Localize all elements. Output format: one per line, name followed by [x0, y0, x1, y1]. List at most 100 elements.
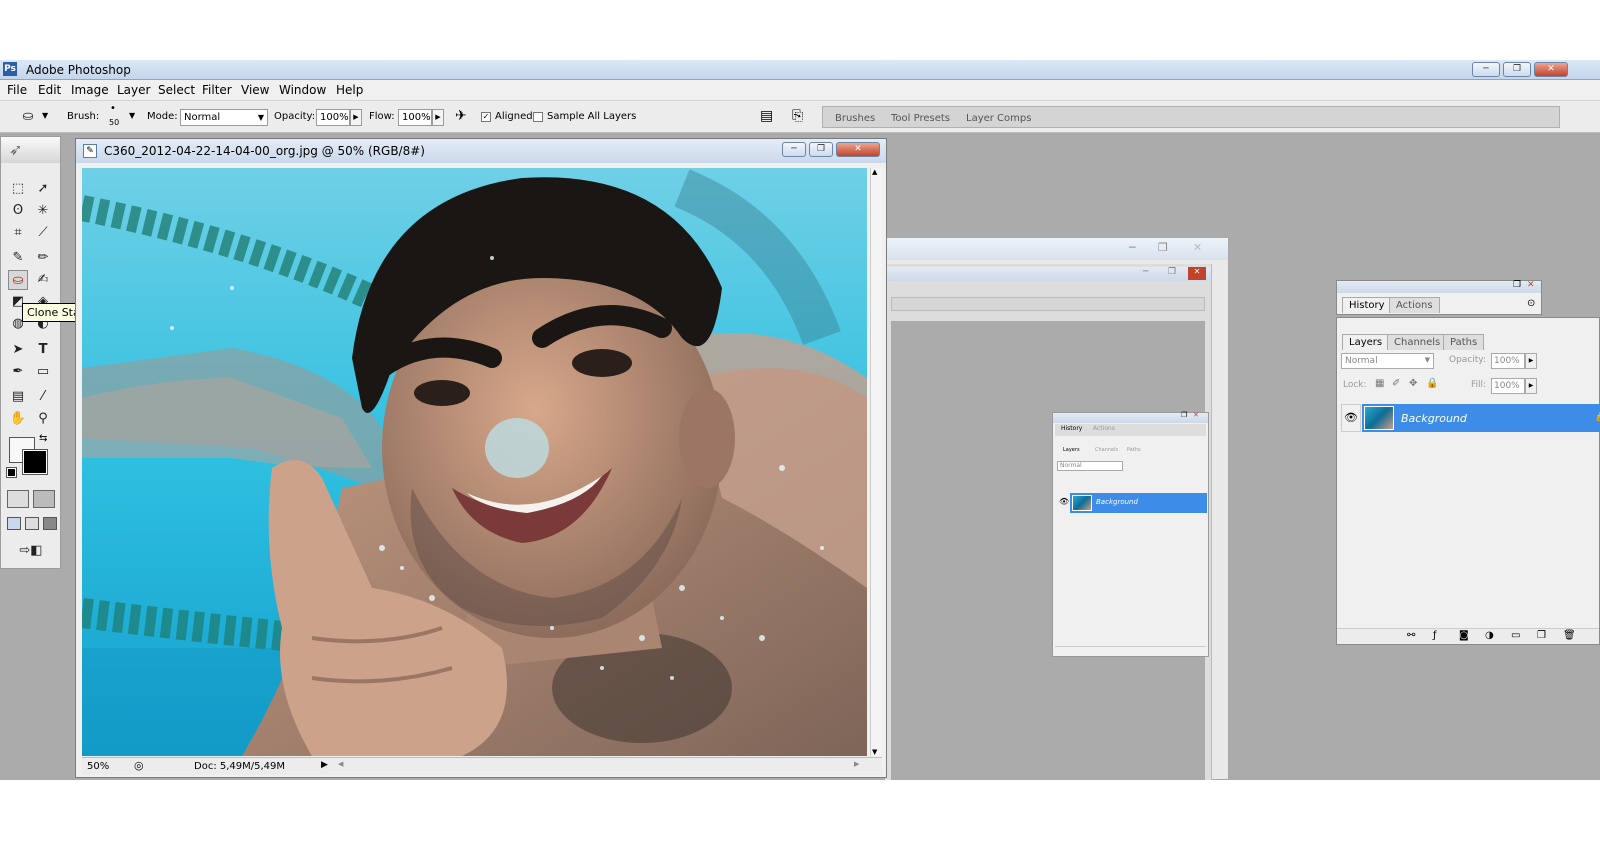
menu-filter[interactable]: Filter — [202, 83, 232, 97]
mini-tab-channels[interactable]: Channels — [1095, 447, 1118, 453]
foreground-color-swatch[interactable] — [22, 449, 48, 475]
jump-to-imageready-icon[interactable]: ⇨◧ — [11, 541, 51, 561]
mini-collapse-icon[interactable]: ❐ — [1181, 411, 1187, 419]
well-tab-layer-comps[interactable]: Layer Comps — [966, 113, 1031, 124]
lock-pixels-icon[interactable]: ✐ — [1392, 378, 1400, 389]
pen-tool-icon[interactable]: ✒ — [8, 362, 28, 382]
mini-close-icon[interactable]: ✕ — [1193, 411, 1199, 419]
mini-tab-layers[interactable]: Layers — [1063, 447, 1080, 453]
flow-slider-arrow-icon[interactable]: ▶ — [432, 109, 444, 126]
app-restore-button[interactable]: ❐ — [1503, 62, 1531, 77]
layer-mask-icon[interactable]: ◙ — [1459, 630, 1469, 641]
zoom-level[interactable]: 50% — [87, 761, 109, 772]
lock-all-icon[interactable]: 🔒 — [1426, 378, 1438, 389]
new-group-icon[interactable]: ▭ — [1511, 630, 1520, 641]
mini-background-layer-row[interactable]: Background — [1070, 493, 1207, 513]
move-tool-icon[interactable]: ➚ — [33, 179, 53, 199]
tab-paths[interactable]: Paths — [1443, 334, 1485, 350]
second-window-close-icon[interactable]: ✕ — [1193, 241, 1202, 254]
menu-image[interactable]: Image — [71, 83, 109, 97]
rectangle-tool-icon[interactable]: ▭ — [33, 362, 53, 382]
hand-tool-icon[interactable]: ✋ — [8, 409, 28, 429]
aligned-checkbox[interactable]: ✓ — [481, 112, 491, 122]
layers-opacity-input[interactable]: 100% — [1491, 353, 1525, 369]
scroll-down-icon[interactable]: ▼ — [872, 748, 877, 756]
crop-tool-icon[interactable]: ⌗ — [8, 223, 28, 243]
opacity-input[interactable]: 100% — [316, 109, 350, 126]
tab-actions[interactable]: Actions — [1389, 297, 1440, 313]
canvas-vertical-scrollbar[interactable]: ▲ ▼ — [870, 168, 882, 756]
layer-style-icon[interactable]: ƒ — [1433, 630, 1437, 641]
new-layer-icon[interactable]: ❐ — [1537, 630, 1546, 641]
inner-restore-icon[interactable]: ❐ — [1168, 267, 1176, 277]
delete-layer-icon[interactable]: 🗑 — [1563, 630, 1576, 641]
scroll-right-icon[interactable]: ▶ — [854, 760, 859, 768]
adjustment-layer-icon[interactable]: ◑ — [1485, 630, 1494, 641]
history-panel-close-icon[interactable]: ✕ — [1527, 280, 1535, 290]
preset-dropdown-icon[interactable]: ▼ — [42, 111, 48, 120]
quick-mask-mode-icon[interactable] — [33, 490, 55, 508]
menu-select[interactable]: Select — [158, 83, 195, 97]
toggle-palettes-icon[interactable]: ⎘ — [792, 108, 803, 124]
notes-tool-icon[interactable]: ▤ — [8, 387, 28, 407]
mini-tab-actions[interactable]: Actions — [1093, 425, 1115, 432]
sample-all-layers-checkbox[interactable] — [533, 112, 543, 122]
menu-window[interactable]: Window — [279, 83, 326, 97]
default-colors-icon[interactable] — [6, 467, 17, 478]
opacity-slider-arrow-icon[interactable]: ▶ — [350, 109, 362, 126]
history-brush-tool-icon[interactable]: ✍ — [33, 270, 53, 290]
flow-input[interactable]: 100% — [398, 109, 432, 126]
document-minimize-button[interactable]: ─ — [782, 142, 806, 157]
status-menu-arrow-icon[interactable]: ▶ — [321, 760, 328, 770]
lock-position-icon[interactable]: ✥ — [1409, 378, 1417, 389]
mini-tab-paths[interactable]: Paths — [1127, 447, 1141, 453]
layer-visibility-eye-icon[interactable]: 👁 — [1341, 404, 1361, 432]
brush-tool-icon[interactable]: ✏ — [33, 248, 53, 268]
lasso-tool-icon[interactable]: ʘ — [8, 201, 28, 221]
healing-brush-tool-icon[interactable]: ✎ — [8, 248, 28, 268]
menu-file[interactable]: File — [7, 83, 27, 97]
menu-layer[interactable]: Layer — [117, 83, 150, 97]
lock-transparency-icon[interactable]: ▦ — [1375, 378, 1384, 389]
image-canvas[interactable] — [82, 168, 867, 756]
slice-tool-icon[interactable]: ⟋ — [33, 223, 53, 243]
zoom-tool-icon[interactable]: ⚲ — [33, 409, 53, 429]
document-close-button[interactable]: ✕ — [836, 142, 880, 157]
mini-tab-history[interactable]: History — [1061, 425, 1082, 432]
swap-colors-icon[interactable]: ⇆ — [39, 433, 47, 444]
history-panel-menu-icon[interactable]: ⊙ — [1527, 298, 1535, 309]
tab-channels[interactable]: Channels — [1387, 334, 1448, 350]
mini-blend-mode[interactable]: Normal — [1057, 461, 1123, 471]
app-minimize-button[interactable]: ─ — [1472, 62, 1500, 77]
layers-opacity-arrow-icon[interactable]: ▶ — [1525, 353, 1537, 369]
app-close-button[interactable]: ✕ — [1534, 62, 1568, 77]
brush-dropdown-icon[interactable]: ▼ — [129, 111, 135, 120]
document-restore-button[interactable]: ❐ — [809, 142, 833, 157]
tab-layers[interactable]: Layers — [1342, 334, 1390, 350]
second-window-minimize-icon[interactable]: ─ — [1129, 241, 1136, 254]
well-tab-tool-presets[interactable]: Tool Presets — [891, 113, 950, 124]
menu-view[interactable]: View — [241, 83, 269, 97]
status-info-icon[interactable]: ◎ — [134, 759, 144, 772]
marquee-tool-icon[interactable]: ⬚ — [8, 179, 28, 199]
scroll-left-icon[interactable]: ◀ — [338, 760, 343, 768]
fill-arrow-icon[interactable]: ▶ — [1525, 378, 1537, 394]
tab-history[interactable]: History — [1342, 297, 1392, 313]
mini-eye-icon[interactable]: 👁 — [1059, 497, 1069, 506]
airbrush-icon[interactable]: ✈ — [455, 108, 467, 124]
well-tab-brushes[interactable]: Brushes — [835, 113, 875, 124]
history-panel-collapse-icon[interactable]: ❐ — [1513, 280, 1521, 290]
second-window-restore-icon[interactable]: ❐ — [1158, 241, 1168, 254]
scroll-up-icon[interactable]: ▲ — [872, 168, 877, 176]
standard-mode-icon[interactable] — [7, 490, 29, 508]
background-layer-row[interactable]: Background 🔒 — [1362, 404, 1600, 432]
menu-edit[interactable]: Edit — [38, 83, 61, 97]
screen-mode-full-icon[interactable] — [43, 517, 57, 530]
brush-dot-icon[interactable]: • — [110, 103, 116, 114]
menu-help[interactable]: Help — [336, 83, 363, 97]
type-tool-icon[interactable]: T — [33, 340, 53, 360]
inner-minimize-icon[interactable]: ─ — [1143, 267, 1148, 277]
file-browser-icon[interactable]: ▤ — [760, 108, 773, 124]
blend-mode-select[interactable]: Normal ▼ — [1341, 353, 1434, 369]
mode-select[interactable]: Normal ▼ — [180, 109, 268, 126]
